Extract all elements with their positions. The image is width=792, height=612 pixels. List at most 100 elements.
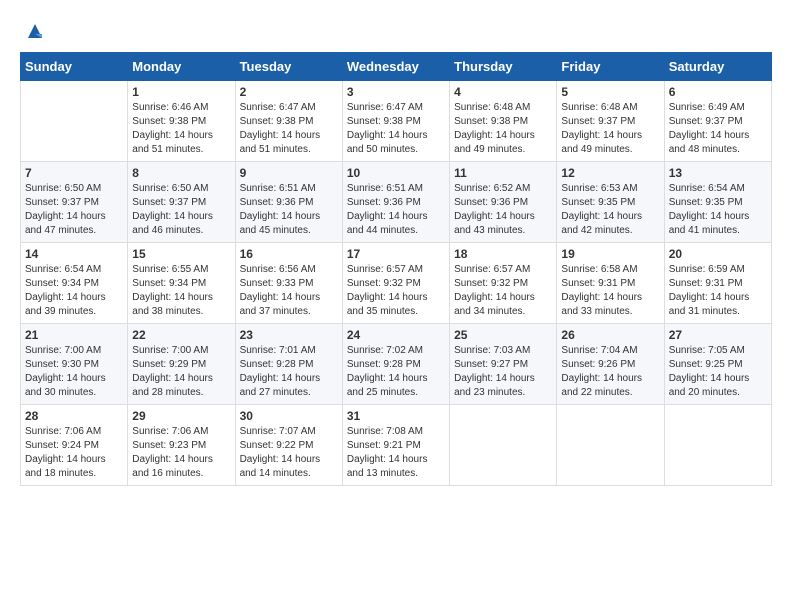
calendar-week-5: 28 Sunrise: 7:06 AMSunset: 9:24 PMDaylig… [21,405,772,486]
day-number: 4 [454,85,552,99]
cell-content: Sunrise: 6:55 AMSunset: 9:34 PMDaylight:… [132,263,230,319]
page-header [20,20,772,42]
logo-icon [24,20,46,42]
day-number: 16 [240,247,338,261]
calendar-cell: 1 Sunrise: 6:46 AMSunset: 9:38 PMDayligh… [128,81,235,162]
calendar-cell: 14 Sunrise: 6:54 AMSunset: 9:34 PMDaylig… [21,243,128,324]
day-number: 19 [561,247,659,261]
weekday-sunday: Sunday [21,53,128,81]
cell-content: Sunrise: 6:54 AMSunset: 9:34 PMDaylight:… [25,263,123,319]
cell-content: Sunrise: 6:47 AMSunset: 9:38 PMDaylight:… [347,101,445,157]
cell-content: Sunrise: 7:06 AMSunset: 9:24 PMDaylight:… [25,425,123,481]
calendar-cell: 7 Sunrise: 6:50 AMSunset: 9:37 PMDayligh… [21,162,128,243]
cell-content: Sunrise: 6:49 AMSunset: 9:37 PMDaylight:… [669,101,767,157]
cell-content: Sunrise: 7:00 AMSunset: 9:30 PMDaylight:… [25,344,123,400]
day-number: 7 [25,166,123,180]
day-number: 2 [240,85,338,99]
calendar-body: 1 Sunrise: 6:46 AMSunset: 9:38 PMDayligh… [21,81,772,486]
weekday-tuesday: Tuesday [235,53,342,81]
day-number: 8 [132,166,230,180]
calendar-cell [664,405,771,486]
calendar-cell [557,405,664,486]
calendar-cell: 2 Sunrise: 6:47 AMSunset: 9:38 PMDayligh… [235,81,342,162]
calendar-cell: 23 Sunrise: 7:01 AMSunset: 9:28 PMDaylig… [235,324,342,405]
calendar-cell: 5 Sunrise: 6:48 AMSunset: 9:37 PMDayligh… [557,81,664,162]
day-number: 12 [561,166,659,180]
calendar-cell: 21 Sunrise: 7:00 AMSunset: 9:30 PMDaylig… [21,324,128,405]
day-number: 20 [669,247,767,261]
day-number: 3 [347,85,445,99]
calendar-cell: 24 Sunrise: 7:02 AMSunset: 9:28 PMDaylig… [342,324,449,405]
calendar-cell: 10 Sunrise: 6:51 AMSunset: 9:36 PMDaylig… [342,162,449,243]
cell-content: Sunrise: 7:04 AMSunset: 9:26 PMDaylight:… [561,344,659,400]
calendar-cell: 17 Sunrise: 6:57 AMSunset: 9:32 PMDaylig… [342,243,449,324]
calendar-cell: 22 Sunrise: 7:00 AMSunset: 9:29 PMDaylig… [128,324,235,405]
cell-content: Sunrise: 7:05 AMSunset: 9:25 PMDaylight:… [669,344,767,400]
day-number: 1 [132,85,230,99]
cell-content: Sunrise: 6:48 AMSunset: 9:37 PMDaylight:… [561,101,659,157]
day-number: 22 [132,328,230,342]
cell-content: Sunrise: 6:59 AMSunset: 9:31 PMDaylight:… [669,263,767,319]
calendar-cell: 29 Sunrise: 7:06 AMSunset: 9:23 PMDaylig… [128,405,235,486]
day-number: 13 [669,166,767,180]
calendar-cell: 18 Sunrise: 6:57 AMSunset: 9:32 PMDaylig… [450,243,557,324]
cell-content: Sunrise: 6:58 AMSunset: 9:31 PMDaylight:… [561,263,659,319]
cell-content: Sunrise: 6:57 AMSunset: 9:32 PMDaylight:… [347,263,445,319]
cell-content: Sunrise: 6:53 AMSunset: 9:35 PMDaylight:… [561,182,659,238]
day-number: 30 [240,409,338,423]
calendar-cell: 26 Sunrise: 7:04 AMSunset: 9:26 PMDaylig… [557,324,664,405]
cell-content: Sunrise: 7:06 AMSunset: 9:23 PMDaylight:… [132,425,230,481]
calendar-week-4: 21 Sunrise: 7:00 AMSunset: 9:30 PMDaylig… [21,324,772,405]
cell-content: Sunrise: 6:48 AMSunset: 9:38 PMDaylight:… [454,101,552,157]
day-number: 29 [132,409,230,423]
cell-content: Sunrise: 6:46 AMSunset: 9:38 PMDaylight:… [132,101,230,157]
calendar-cell: 3 Sunrise: 6:47 AMSunset: 9:38 PMDayligh… [342,81,449,162]
calendar-cell: 6 Sunrise: 6:49 AMSunset: 9:37 PMDayligh… [664,81,771,162]
weekday-saturday: Saturday [664,53,771,81]
cell-content: Sunrise: 6:56 AMSunset: 9:33 PMDaylight:… [240,263,338,319]
calendar-week-2: 7 Sunrise: 6:50 AMSunset: 9:37 PMDayligh… [21,162,772,243]
calendar-cell: 15 Sunrise: 6:55 AMSunset: 9:34 PMDaylig… [128,243,235,324]
cell-content: Sunrise: 7:08 AMSunset: 9:21 PMDaylight:… [347,425,445,481]
weekday-monday: Monday [128,53,235,81]
calendar-week-3: 14 Sunrise: 6:54 AMSunset: 9:34 PMDaylig… [21,243,772,324]
calendar-cell: 27 Sunrise: 7:05 AMSunset: 9:25 PMDaylig… [664,324,771,405]
day-number: 26 [561,328,659,342]
cell-content: Sunrise: 6:51 AMSunset: 9:36 PMDaylight:… [347,182,445,238]
calendar-cell: 28 Sunrise: 7:06 AMSunset: 9:24 PMDaylig… [21,405,128,486]
day-number: 31 [347,409,445,423]
weekday-friday: Friday [557,53,664,81]
calendar-cell: 8 Sunrise: 6:50 AMSunset: 9:37 PMDayligh… [128,162,235,243]
calendar-cell: 12 Sunrise: 6:53 AMSunset: 9:35 PMDaylig… [557,162,664,243]
cell-content: Sunrise: 6:47 AMSunset: 9:38 PMDaylight:… [240,101,338,157]
cell-content: Sunrise: 7:07 AMSunset: 9:22 PMDaylight:… [240,425,338,481]
cell-content: Sunrise: 6:52 AMSunset: 9:36 PMDaylight:… [454,182,552,238]
cell-content: Sunrise: 7:01 AMSunset: 9:28 PMDaylight:… [240,344,338,400]
cell-content: Sunrise: 7:03 AMSunset: 9:27 PMDaylight:… [454,344,552,400]
weekday-wednesday: Wednesday [342,53,449,81]
cell-content: Sunrise: 6:54 AMSunset: 9:35 PMDaylight:… [669,182,767,238]
day-number: 10 [347,166,445,180]
calendar-cell: 19 Sunrise: 6:58 AMSunset: 9:31 PMDaylig… [557,243,664,324]
day-number: 11 [454,166,552,180]
cell-content: Sunrise: 6:50 AMSunset: 9:37 PMDaylight:… [132,182,230,238]
calendar-week-1: 1 Sunrise: 6:46 AMSunset: 9:38 PMDayligh… [21,81,772,162]
day-number: 21 [25,328,123,342]
calendar-cell: 30 Sunrise: 7:07 AMSunset: 9:22 PMDaylig… [235,405,342,486]
day-number: 28 [25,409,123,423]
calendar-cell: 4 Sunrise: 6:48 AMSunset: 9:38 PMDayligh… [450,81,557,162]
calendar-cell: 31 Sunrise: 7:08 AMSunset: 9:21 PMDaylig… [342,405,449,486]
cell-content: Sunrise: 6:57 AMSunset: 9:32 PMDaylight:… [454,263,552,319]
day-number: 14 [25,247,123,261]
calendar-cell [450,405,557,486]
day-number: 23 [240,328,338,342]
day-number: 24 [347,328,445,342]
day-number: 15 [132,247,230,261]
calendar-table: SundayMondayTuesdayWednesdayThursdayFrid… [20,52,772,486]
day-number: 27 [669,328,767,342]
calendar-cell [21,81,128,162]
cell-content: Sunrise: 7:00 AMSunset: 9:29 PMDaylight:… [132,344,230,400]
calendar-cell: 25 Sunrise: 7:03 AMSunset: 9:27 PMDaylig… [450,324,557,405]
day-number: 6 [669,85,767,99]
day-number: 9 [240,166,338,180]
